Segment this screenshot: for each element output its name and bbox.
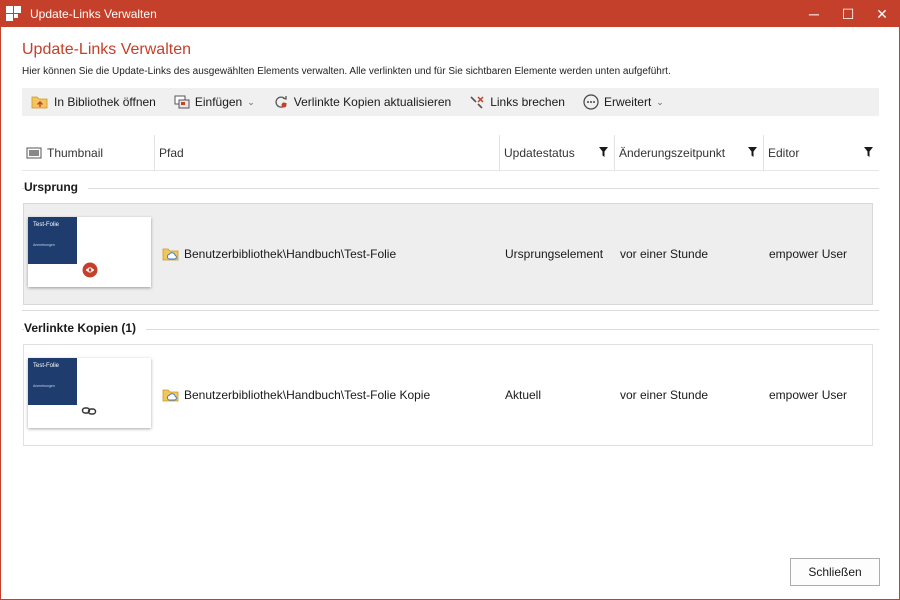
- close-icon: ✕: [876, 5, 888, 22]
- close-button[interactable]: Schließen: [790, 558, 880, 586]
- thumbnail-title-block: Test-Folie Anmerkungen: [28, 217, 77, 264]
- thumbnail-title-block: Test-Folie Anmerkungen: [28, 358, 77, 405]
- window-title: Update-Links Verwalten: [30, 7, 157, 21]
- column-changed[interactable]: Änderungszeitpunkt: [614, 135, 763, 171]
- group-label-copies: Verlinkte Kopien (1): [24, 321, 147, 335]
- toolbar: In Bibliothek öffnen Einfügen ⌄ Verlinkt…: [22, 88, 879, 116]
- row-status: Aktuell: [505, 388, 542, 402]
- insert-slide-icon: [174, 95, 190, 109]
- open-library-label: In Bibliothek öffnen: [54, 95, 156, 109]
- thumbnail-title: Test-Folie: [33, 363, 60, 369]
- advanced-label: Erweitert: [603, 95, 652, 109]
- row-path: Benutzerbibliothek\Handbuch\Test-Folie K…: [184, 388, 431, 402]
- update-copies-button[interactable]: Verlinkte Kopien aktualisieren: [264, 88, 460, 116]
- chevron-down-icon: ⌄: [247, 96, 255, 107]
- insert-label: Einfügen: [194, 95, 243, 109]
- open-library-button[interactable]: In Bibliothek öffnen: [22, 88, 165, 116]
- slide-thumbnail: Test-Folie Anmerkungen: [28, 358, 151, 428]
- column-header: Thumbnail Pfad Updatestatus Änderungszei…: [22, 135, 879, 171]
- thumbnail-subtitle: Anmerkungen: [33, 384, 55, 388]
- filter-icon[interactable]: [864, 147, 873, 158]
- cloud-folder-icon: [162, 248, 179, 261]
- break-links-label: Links brechen: [490, 95, 565, 109]
- page-title: Update-Links Verwalten: [22, 41, 191, 58]
- table-row-origin[interactable]: Test-Folie Anmerkungen Benutzerbibliothe…: [23, 203, 873, 305]
- minimize-button[interactable]: ─: [797, 1, 831, 27]
- group-label-origin: Ursprung: [24, 180, 88, 194]
- advanced-button[interactable]: Erweitert ⌄: [574, 88, 673, 116]
- thumbnail-title: Test-Folie: [33, 222, 60, 228]
- column-editor-label: Editor: [768, 146, 800, 160]
- folder-open-icon: [31, 96, 48, 109]
- column-status[interactable]: Updatestatus: [499, 135, 614, 171]
- group-divider: [22, 329, 879, 330]
- column-editor[interactable]: Editor: [763, 135, 879, 171]
- app-logo-icon: [6, 6, 22, 22]
- origin-badge-icon: [82, 262, 98, 278]
- image-icon: [26, 147, 42, 159]
- dialog-window: Update-Links Verwalten ─ ☐ ✕ Update-Link…: [0, 0, 900, 600]
- row-path-cell: Benutzerbibliothek\Handbuch\Test-Folie K…: [162, 345, 502, 445]
- column-thumbnail-label: Thumbnail: [47, 146, 104, 160]
- break-links-button[interactable]: Links brechen: [460, 88, 574, 116]
- column-changed-label: Änderungszeitpunkt: [619, 146, 726, 160]
- maximize-button[interactable]: ☐: [831, 1, 865, 27]
- group-divider: [22, 310, 879, 311]
- column-path-label: Pfad: [159, 146, 184, 160]
- row-editor: empower User: [769, 388, 848, 402]
- table-row-copy[interactable]: Test-Folie Anmerkungen Benutzerbibliothe…: [23, 344, 873, 446]
- row-changed: vor einer Stunde: [620, 388, 709, 402]
- row-path-cell: Benutzerbibliothek\Handbuch\Test-Folie: [162, 204, 502, 304]
- update-copies-label: Verlinkte Kopien aktualisieren: [293, 95, 452, 109]
- filter-icon[interactable]: [599, 147, 608, 158]
- broken-link-icon: [470, 96, 484, 109]
- more-icon: [583, 94, 599, 110]
- title-bar[interactable]: Update-Links Verwalten ─ ☐ ✕: [1, 1, 899, 27]
- column-thumbnail[interactable]: Thumbnail: [22, 135, 154, 171]
- maximize-icon: ☐: [841, 5, 855, 22]
- refresh-link-icon: [275, 96, 287, 108]
- group-divider: [22, 188, 879, 189]
- row-editor: empower User: [769, 247, 848, 261]
- column-status-label: Updatestatus: [504, 146, 575, 160]
- cloud-folder-icon: [162, 389, 179, 402]
- minimize-icon: ─: [809, 6, 819, 22]
- close-window-button[interactable]: ✕: [865, 1, 899, 27]
- slide-thumbnail: Test-Folie Anmerkungen: [28, 217, 151, 287]
- chevron-down-icon: ⌄: [656, 96, 664, 107]
- insert-button[interactable]: Einfügen ⌄: [165, 88, 264, 116]
- row-status: Ursprungselement: [505, 247, 604, 261]
- filter-icon[interactable]: [748, 147, 757, 158]
- page-description: Hier können Sie die Update-Links des aus…: [22, 66, 671, 77]
- row-path: Benutzerbibliothek\Handbuch\Test-Folie: [184, 247, 397, 261]
- link-icon: [81, 407, 97, 415]
- row-changed: vor einer Stunde: [620, 247, 709, 261]
- thumbnail-subtitle: Anmerkungen: [33, 243, 55, 247]
- column-path[interactable]: Pfad: [154, 135, 499, 171]
